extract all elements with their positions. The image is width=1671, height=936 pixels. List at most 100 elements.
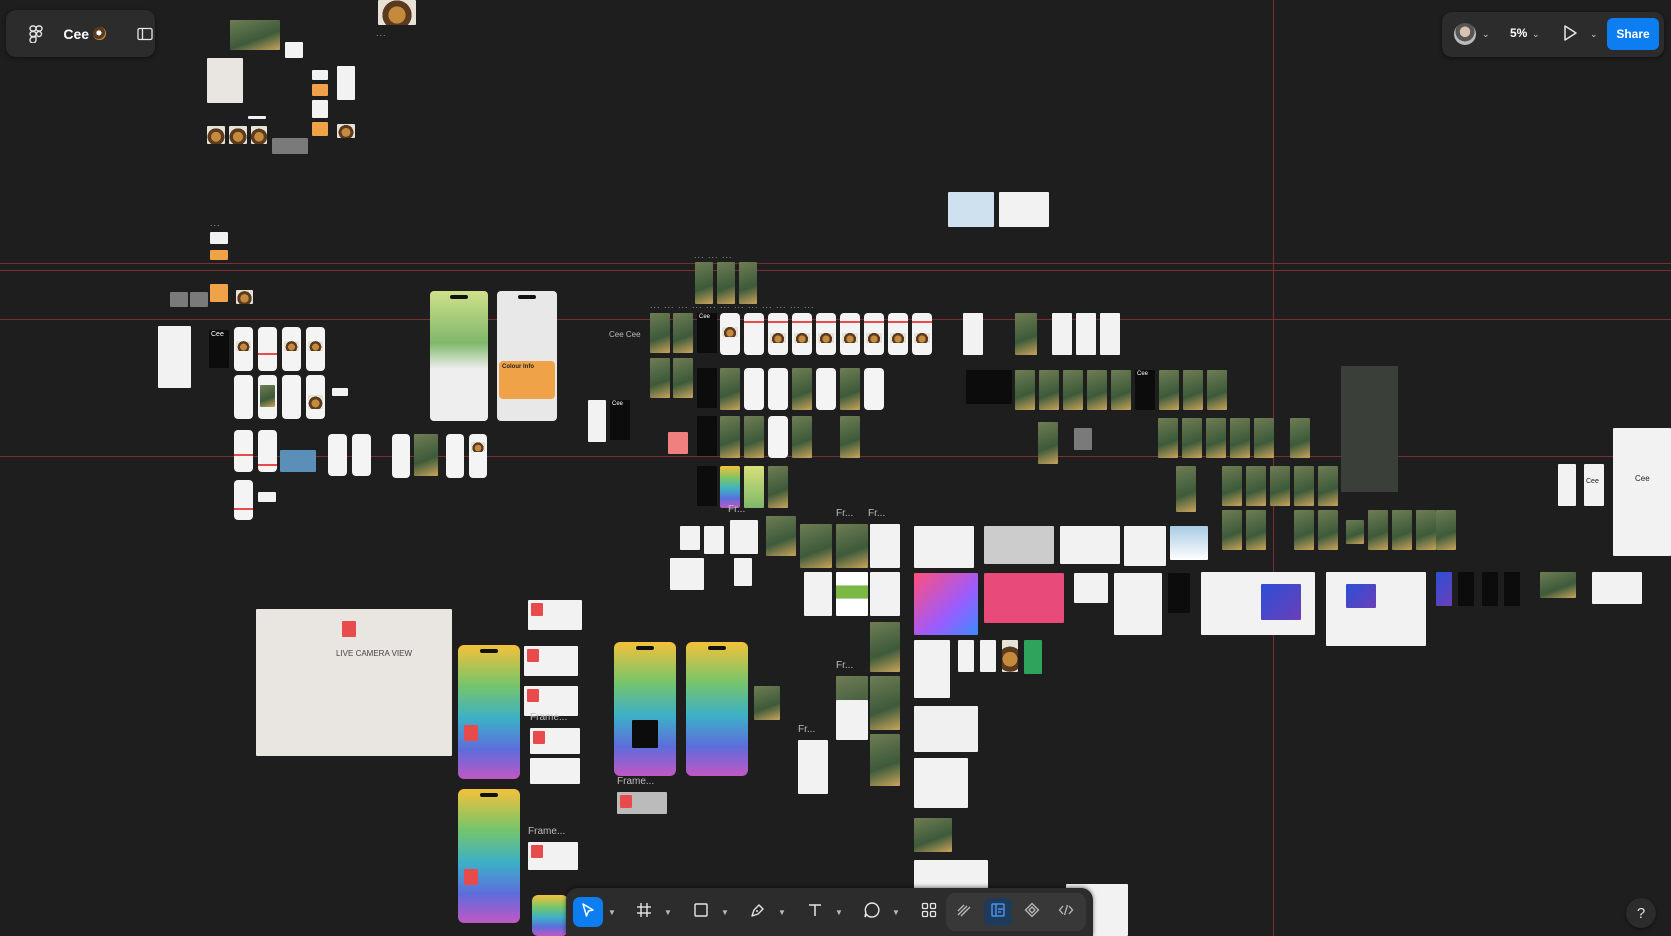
frame-thumbnail[interactable] xyxy=(720,416,740,458)
frame-thumbnail[interactable] xyxy=(207,126,225,144)
frame-thumbnail[interactable] xyxy=(258,430,277,472)
frame-thumbnail[interactable] xyxy=(792,416,812,458)
frame-thumbnail[interactable] xyxy=(332,388,348,396)
frame-thumbnail[interactable] xyxy=(190,292,208,307)
frame-thumbnail[interactable] xyxy=(378,0,416,25)
frame-thumbnail[interactable] xyxy=(234,375,253,419)
frame-thumbnail[interactable] xyxy=(306,327,325,371)
frame-thumbnail[interactable] xyxy=(258,327,277,371)
figma-logo-icon[interactable] xyxy=(26,24,45,44)
frame-thumbnail[interactable] xyxy=(1326,572,1426,646)
frame-thumbnail[interactable] xyxy=(258,375,277,419)
frame-thumbnail[interactable] xyxy=(1222,510,1242,550)
frame-thumbnail[interactable] xyxy=(1015,370,1035,410)
frame-thumbnail[interactable] xyxy=(469,434,487,478)
frame-thumbnail[interactable] xyxy=(668,432,688,454)
frame-thumbnail[interactable] xyxy=(210,284,228,302)
text-tool-button[interactable] xyxy=(800,897,830,927)
frame-thumbnail[interactable] xyxy=(717,262,735,304)
colour-card[interactable] xyxy=(530,728,580,754)
colour-card[interactable] xyxy=(528,600,582,630)
frame-thumbnail[interactable] xyxy=(1222,466,1242,506)
dev-mode-button[interactable] xyxy=(1052,898,1080,926)
frame-thumbnail[interactable] xyxy=(1592,572,1642,604)
frame-thumbnail[interactable] xyxy=(1368,510,1388,550)
frame-thumbnail[interactable] xyxy=(282,375,301,419)
frame-thumbnail[interactable] xyxy=(337,124,355,138)
frame-thumbnail[interactable] xyxy=(1246,466,1266,506)
chevron-down-icon[interactable]: ▼ xyxy=(778,908,786,917)
frame-thumbnail[interactable]: Cee xyxy=(1584,464,1604,506)
frame-thumbnail[interactable] xyxy=(258,492,276,502)
frame-thumbnail[interactable] xyxy=(1254,418,1274,458)
frame-thumbnail[interactable] xyxy=(414,434,438,476)
frame-thumbnail[interactable] xyxy=(282,327,301,371)
frame-thumbnail[interactable] xyxy=(280,450,316,472)
frame-thumbnail[interactable] xyxy=(836,524,868,568)
frame-thumbnail[interactable] xyxy=(328,434,347,476)
colour-card[interactable] xyxy=(528,842,578,870)
frame-thumbnail[interactable] xyxy=(673,313,693,353)
frame-thumbnail[interactable] xyxy=(816,313,836,355)
frame-thumbnail[interactable] xyxy=(1159,370,1179,410)
frame-thumbnail[interactable] xyxy=(170,292,188,307)
frame-thumbnail[interactable] xyxy=(744,466,764,508)
frame-thumbnail[interactable] xyxy=(458,789,520,923)
file-name[interactable]: Cee xyxy=(63,26,89,42)
frame-thumbnail[interactable] xyxy=(798,740,828,794)
frame-thumbnail[interactable] xyxy=(1111,370,1131,410)
frame-thumbnail[interactable] xyxy=(966,370,1012,404)
frame-thumbnail[interactable] xyxy=(984,526,1054,564)
frame-thumbnail[interactable] xyxy=(1087,370,1107,410)
colour-picker-screen[interactable] xyxy=(430,291,488,421)
frame-thumbnail[interactable]: Cee xyxy=(209,330,229,368)
frame-thumbnail[interactable] xyxy=(1182,418,1202,458)
frame-thumbnail[interactable] xyxy=(680,526,700,550)
frame-thumbnail[interactable] xyxy=(1114,573,1162,635)
frame-thumbnail[interactable] xyxy=(864,368,884,410)
frame-thumbnail[interactable] xyxy=(1207,370,1227,410)
comment-tool-button[interactable] xyxy=(857,897,887,927)
frame-thumbnail[interactable] xyxy=(1074,428,1092,450)
frame-thumbnail[interactable] xyxy=(1076,313,1096,355)
chevron-down-icon[interactable]: ▼ xyxy=(608,908,616,917)
frame-thumbnail[interactable] xyxy=(958,640,974,672)
frame-thumbnail[interactable] xyxy=(229,126,247,144)
share-button[interactable]: Share xyxy=(1607,18,1659,50)
frame-thumbnail[interactable] xyxy=(1201,572,1315,635)
frame-tool-button[interactable] xyxy=(629,897,659,927)
frame-thumbnail[interactable] xyxy=(650,358,670,398)
colour-card[interactable] xyxy=(524,646,578,676)
pen-tool-button[interactable] xyxy=(743,897,773,927)
frame-thumbnail[interactable] xyxy=(704,526,724,554)
frame-thumbnail[interactable] xyxy=(1170,526,1208,560)
frame-thumbnail[interactable] xyxy=(1458,572,1474,606)
frame-thumbnail[interactable] xyxy=(1558,464,1576,506)
frame-thumbnail[interactable] xyxy=(532,895,568,936)
chevron-down-icon[interactable]: ▼ xyxy=(892,908,900,917)
move-tool-button[interactable] xyxy=(573,897,603,927)
frame-thumbnail[interactable] xyxy=(914,573,978,635)
frame-thumbnail[interactable] xyxy=(312,122,328,136)
frame-thumbnail[interactable] xyxy=(670,558,704,590)
frame-thumbnail[interactable] xyxy=(207,58,243,103)
play-icon[interactable] xyxy=(1561,23,1581,45)
frame-thumbnail[interactable] xyxy=(870,622,900,672)
frame-thumbnail[interactable] xyxy=(697,466,717,506)
frame-thumbnail[interactable] xyxy=(1183,370,1203,410)
draw-mode-button[interactable] xyxy=(950,898,978,926)
frame-thumbnail[interactable] xyxy=(697,368,717,408)
frame-thumbnail[interactable] xyxy=(800,524,832,568)
frame-thumbnail[interactable] xyxy=(1074,573,1108,603)
frame-thumbnail[interactable] xyxy=(1038,422,1058,464)
frame-thumbnail[interactable]: Cee xyxy=(1135,370,1155,410)
frame-thumbnail[interactable] xyxy=(870,572,900,616)
frame-thumbnail[interactable] xyxy=(864,313,884,355)
frame-thumbnail[interactable] xyxy=(312,100,328,118)
frame-thumbnail[interactable] xyxy=(730,520,758,554)
frame-thumbnail[interactable] xyxy=(614,642,676,776)
sidebar-toggle-icon[interactable] xyxy=(136,24,155,44)
frame-thumbnail[interactable] xyxy=(392,434,410,478)
frame-thumbnail[interactable] xyxy=(1318,510,1338,550)
frame-thumbnail[interactable] xyxy=(804,572,832,616)
